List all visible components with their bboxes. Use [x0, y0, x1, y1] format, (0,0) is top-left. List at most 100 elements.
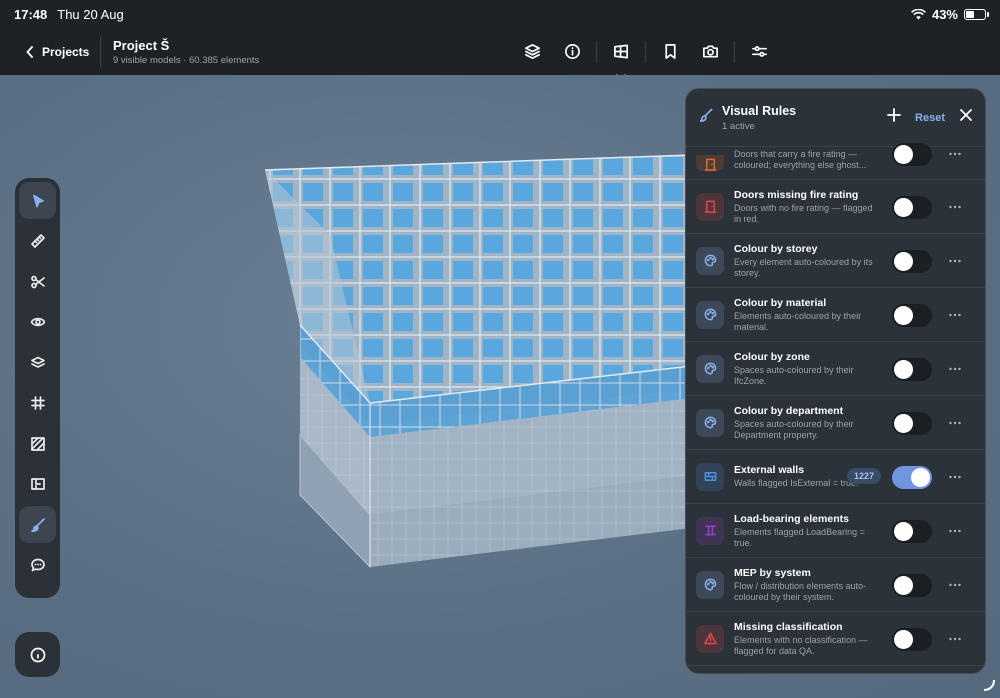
toggle-knob [894, 306, 913, 325]
rule-row[interactable]: Colour by storey Every element auto-colou… [686, 234, 985, 288]
paint-brush-icon [698, 107, 714, 128]
camera-button[interactable] [690, 32, 730, 72]
status-bar: 17:48 Thu 20 Aug 43% [0, 0, 1000, 28]
settings-button[interactable] [739, 32, 779, 72]
section-box-icon [613, 44, 628, 59]
panel-actions: Reset [887, 108, 973, 127]
floorplan-tool-button[interactable] [19, 466, 56, 503]
more-options-button[interactable] [948, 578, 962, 597]
hatch-icon [30, 436, 45, 451]
more-options-button[interactable] [948, 147, 962, 166]
rule-text: Doors missing fire rating Doors with no f… [734, 189, 882, 225]
visual-rules-tool-button[interactable] [19, 506, 56, 543]
rule-name: Colour by department [734, 404, 844, 417]
warning-icon [696, 624, 724, 653]
chevron-down-icon[interactable] [616, 67, 626, 80]
measure-tool-button[interactable] [19, 223, 56, 260]
more-options-button[interactable] [948, 470, 962, 489]
select-tool-button[interactable] [19, 182, 56, 219]
section-box-button[interactable] [601, 32, 641, 80]
camera-icon [702, 45, 718, 58]
chevron-left-icon [26, 45, 33, 58]
paint-brush-icon [30, 517, 45, 532]
toggle-colour-by-zone[interactable] [892, 358, 932, 381]
select-arrow-icon [32, 194, 44, 207]
sliders-icon [751, 46, 767, 57]
panel-header: Visual Rules 1 active Reset [686, 89, 985, 147]
toggle-colour-by-storey[interactable] [892, 250, 932, 273]
info-button[interactable] [552, 32, 592, 72]
grid-icon [30, 396, 45, 410]
info-fab-button[interactable] [15, 632, 60, 677]
toggle-mep-by-system[interactable] [892, 574, 932, 597]
toggle-missing-classification[interactable] [892, 628, 932, 651]
layers-tool-button[interactable] [19, 344, 56, 381]
cut-tool-button[interactable] [19, 263, 56, 300]
rule-row[interactable]: Load-bearing elements Elements flagged Lo… [686, 504, 985, 558]
close-panel-button[interactable] [959, 108, 973, 127]
back-button[interactable]: Projects [0, 45, 100, 59]
rule-row[interactable]: Colour by material Elements auto-coloured… [686, 288, 985, 342]
toggle-partial[interactable] [892, 143, 932, 166]
rule-description: Doors that carry a fire rating — coloure… [734, 149, 867, 170]
info-icon [564, 44, 580, 59]
bookmark-icon [664, 44, 676, 59]
ellipsis-icon [949, 313, 961, 317]
more-options-button[interactable] [948, 200, 962, 219]
grid-tool-button[interactable] [19, 385, 56, 422]
rule-description: Elements auto-coloured by their material… [734, 310, 862, 332]
toggle-colour-by-department[interactable] [892, 412, 932, 435]
rule-row[interactable]: MEP by system Flow / distribution element… [686, 558, 985, 612]
ellipsis-icon [949, 637, 961, 641]
rule-row[interactable]: Doors missing fire rating Doors with no f… [686, 180, 985, 234]
more-options-button[interactable] [948, 254, 962, 273]
more-options-button[interactable] [948, 362, 962, 381]
rule-row[interactable]: Colour by zone Spaces auto-coloured by th… [686, 342, 985, 396]
comment-icon [30, 558, 45, 572]
hatch-tool-button[interactable] [19, 425, 56, 462]
visual-rules-panel: Visual Rules 1 active Reset Doors that c… [685, 88, 986, 674]
panel-titles: Visual Rules 1 active [722, 104, 796, 132]
rule-name: Missing classification [734, 620, 843, 633]
rule-name: MEP by system [734, 566, 811, 579]
tool-rail [15, 178, 60, 598]
rule-row[interactable]: External walls Walls flagged IsExternal =… [686, 450, 985, 504]
layers-button[interactable] [512, 32, 552, 72]
palette-icon [696, 246, 724, 275]
reset-button[interactable]: Reset [915, 112, 945, 124]
status-right: 43% [911, 7, 989, 22]
rule-row[interactable]: Colour by department Spaces auto-coloured… [686, 396, 985, 450]
ellipsis-icon [949, 152, 961, 156]
rule-name: Load-bearing elements [734, 512, 849, 525]
toggle-external-walls[interactable] [892, 466, 932, 489]
project-title: Project Š [113, 37, 170, 53]
add-rule-button[interactable] [887, 108, 901, 127]
toggle-knob [894, 522, 913, 541]
rule-row[interactable]: Missing classification Elements with no c… [686, 612, 985, 666]
rule-text: Colour by material Elements auto-coloured… [734, 297, 882, 333]
toggle-load-bearing-elements[interactable] [892, 520, 932, 543]
toggle-knob [894, 360, 913, 379]
ellipsis-icon [949, 475, 961, 479]
more-options-button[interactable] [948, 632, 962, 651]
toggle-colour-by-material[interactable] [892, 304, 932, 327]
palette-icon [696, 300, 724, 329]
toggle-knob [894, 198, 913, 217]
resize-handle-icon[interactable] [982, 678, 996, 692]
rule-name: Colour by zone [734, 350, 810, 363]
palette-icon [696, 570, 724, 599]
rule-description: Flow / distribution elements auto-colour… [734, 580, 867, 602]
comments-tool-button[interactable] [19, 547, 56, 584]
ellipsis-icon [949, 583, 961, 587]
more-options-button[interactable] [948, 524, 962, 543]
more-options-button[interactable] [948, 416, 962, 435]
rule-text: Missing classification Elements with no c… [734, 621, 882, 657]
rule-row[interactable]: Doors that carry a fire rating — coloure… [686, 143, 985, 180]
more-options-button[interactable] [948, 308, 962, 327]
status-time: 17:48 [14, 6, 48, 22]
floorplan-icon [30, 478, 45, 490]
project-header: Project Š 9 visible models · 60.385 elem… [101, 38, 259, 66]
bookmark-button[interactable] [650, 32, 690, 72]
toggle-doors-missing-fire-rating[interactable] [892, 196, 932, 219]
visibility-tool-button[interactable] [19, 304, 56, 341]
